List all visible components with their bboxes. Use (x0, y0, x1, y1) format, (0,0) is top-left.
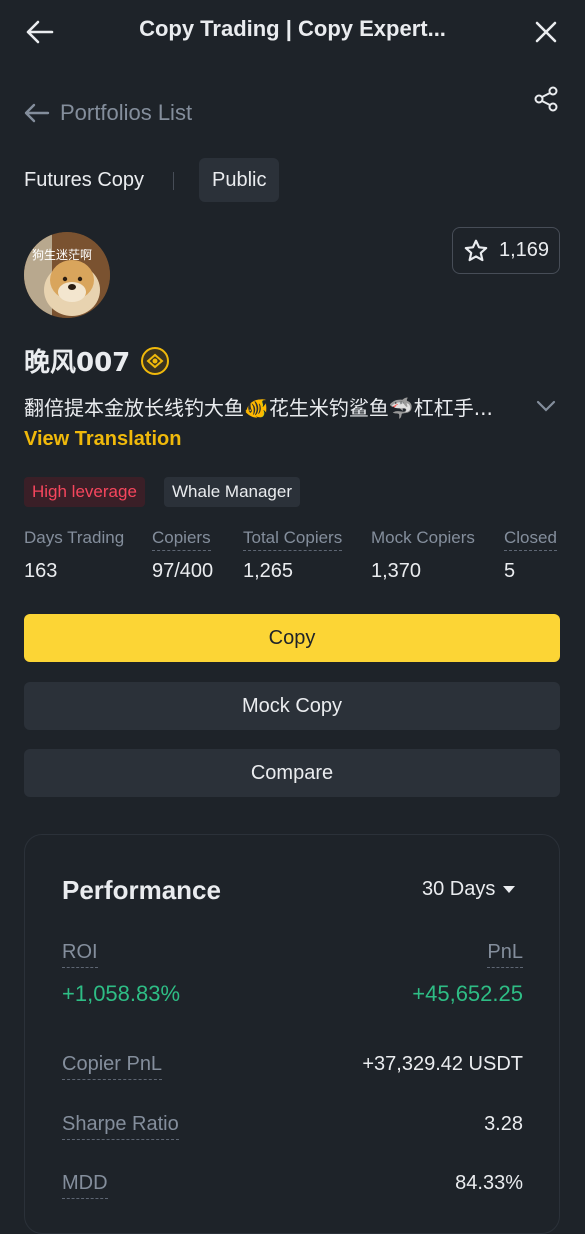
mdd-label[interactable]: MDD (62, 1172, 108, 1199)
avatar-caption: 狗生迷茫啊 (32, 248, 93, 262)
stat-label-copiers[interactable]: Copiers (152, 528, 211, 551)
copier-pnl-value: +37,329.42 USDT (362, 1053, 523, 1075)
chevron-down-icon[interactable] (534, 396, 558, 416)
stat-value-closed: 5 (504, 560, 516, 582)
page-title: Copy Trading | Copy Expert... (139, 16, 446, 41)
tag-high-leverage: High leverage (24, 477, 145, 507)
favorite-button[interactable]: 1,169 (452, 227, 560, 274)
badge-icon (140, 346, 170, 376)
stat-label-mock-copiers: Mock Copiers (371, 528, 475, 547)
tab-futures-copy-label: Futures Copy (24, 168, 145, 191)
close-icon[interactable] (530, 16, 562, 48)
sharpe-ratio-value: 3.28 (484, 1113, 523, 1135)
portfolios-list-label: Portfolios List (60, 100, 193, 125)
stat-label-closed[interactable]: Closed (504, 528, 557, 551)
stat-value-mock-copiers: 1,370 (371, 560, 422, 582)
roi-value: +1,058.83% (62, 981, 181, 1006)
stat-label-total-copiers[interactable]: Total Copiers (243, 528, 343, 551)
tab-public[interactable]: Public (199, 158, 280, 202)
stat-value-total-copiers: 1,265 (243, 560, 294, 582)
avatar: 狗生迷茫啊 (24, 232, 110, 318)
tag-whale-manager: Whale Manager (164, 477, 301, 507)
period-dropdown[interactable]: 30 Days (422, 878, 516, 901)
pnl-value: +45,652.25 (412, 981, 523, 1006)
pnl-label[interactable]: PnL (487, 941, 523, 968)
stat-value-copiers: 97/400 (152, 560, 214, 582)
sharpe-ratio-label[interactable]: Sharpe Ratio (62, 1113, 179, 1140)
star-icon (464, 239, 488, 261)
copier-pnl-label[interactable]: Copier PnL (62, 1053, 163, 1080)
tab-public-label: Public (212, 168, 267, 191)
segment-divider (173, 172, 174, 190)
trader-name-row: 晚风007 (24, 342, 170, 379)
period-label: 30 Days (422, 878, 496, 900)
roi-label[interactable]: ROI (62, 941, 98, 968)
stat-value-days-trading: 163 (24, 560, 58, 582)
trader-bio: 翻倍提本金放长线钓大鱼🐠花生米钓鲨鱼🦈杠杠手... (24, 396, 493, 420)
tab-futures-copy[interactable]: Futures Copy (24, 158, 144, 202)
view-translation-link[interactable]: View Translation (24, 428, 181, 451)
stat-label-days-trading: Days Trading (24, 528, 125, 547)
portfolios-list-link[interactable]: Portfolios List (24, 100, 192, 126)
mock-copy-button[interactable]: Mock Copy (24, 682, 560, 730)
favorites-count: 1,169 (498, 239, 550, 261)
trader-name: 晚风007 (24, 348, 131, 378)
back-arrow-small-icon (24, 103, 50, 123)
compare-button[interactable]: Compare (24, 749, 560, 797)
share-icon[interactable] (530, 84, 562, 114)
performance-title: Performance (62, 875, 221, 905)
caret-down-icon (503, 885, 516, 893)
mdd-value: 84.33% (455, 1172, 523, 1194)
copy-button[interactable]: Copy (24, 614, 560, 662)
